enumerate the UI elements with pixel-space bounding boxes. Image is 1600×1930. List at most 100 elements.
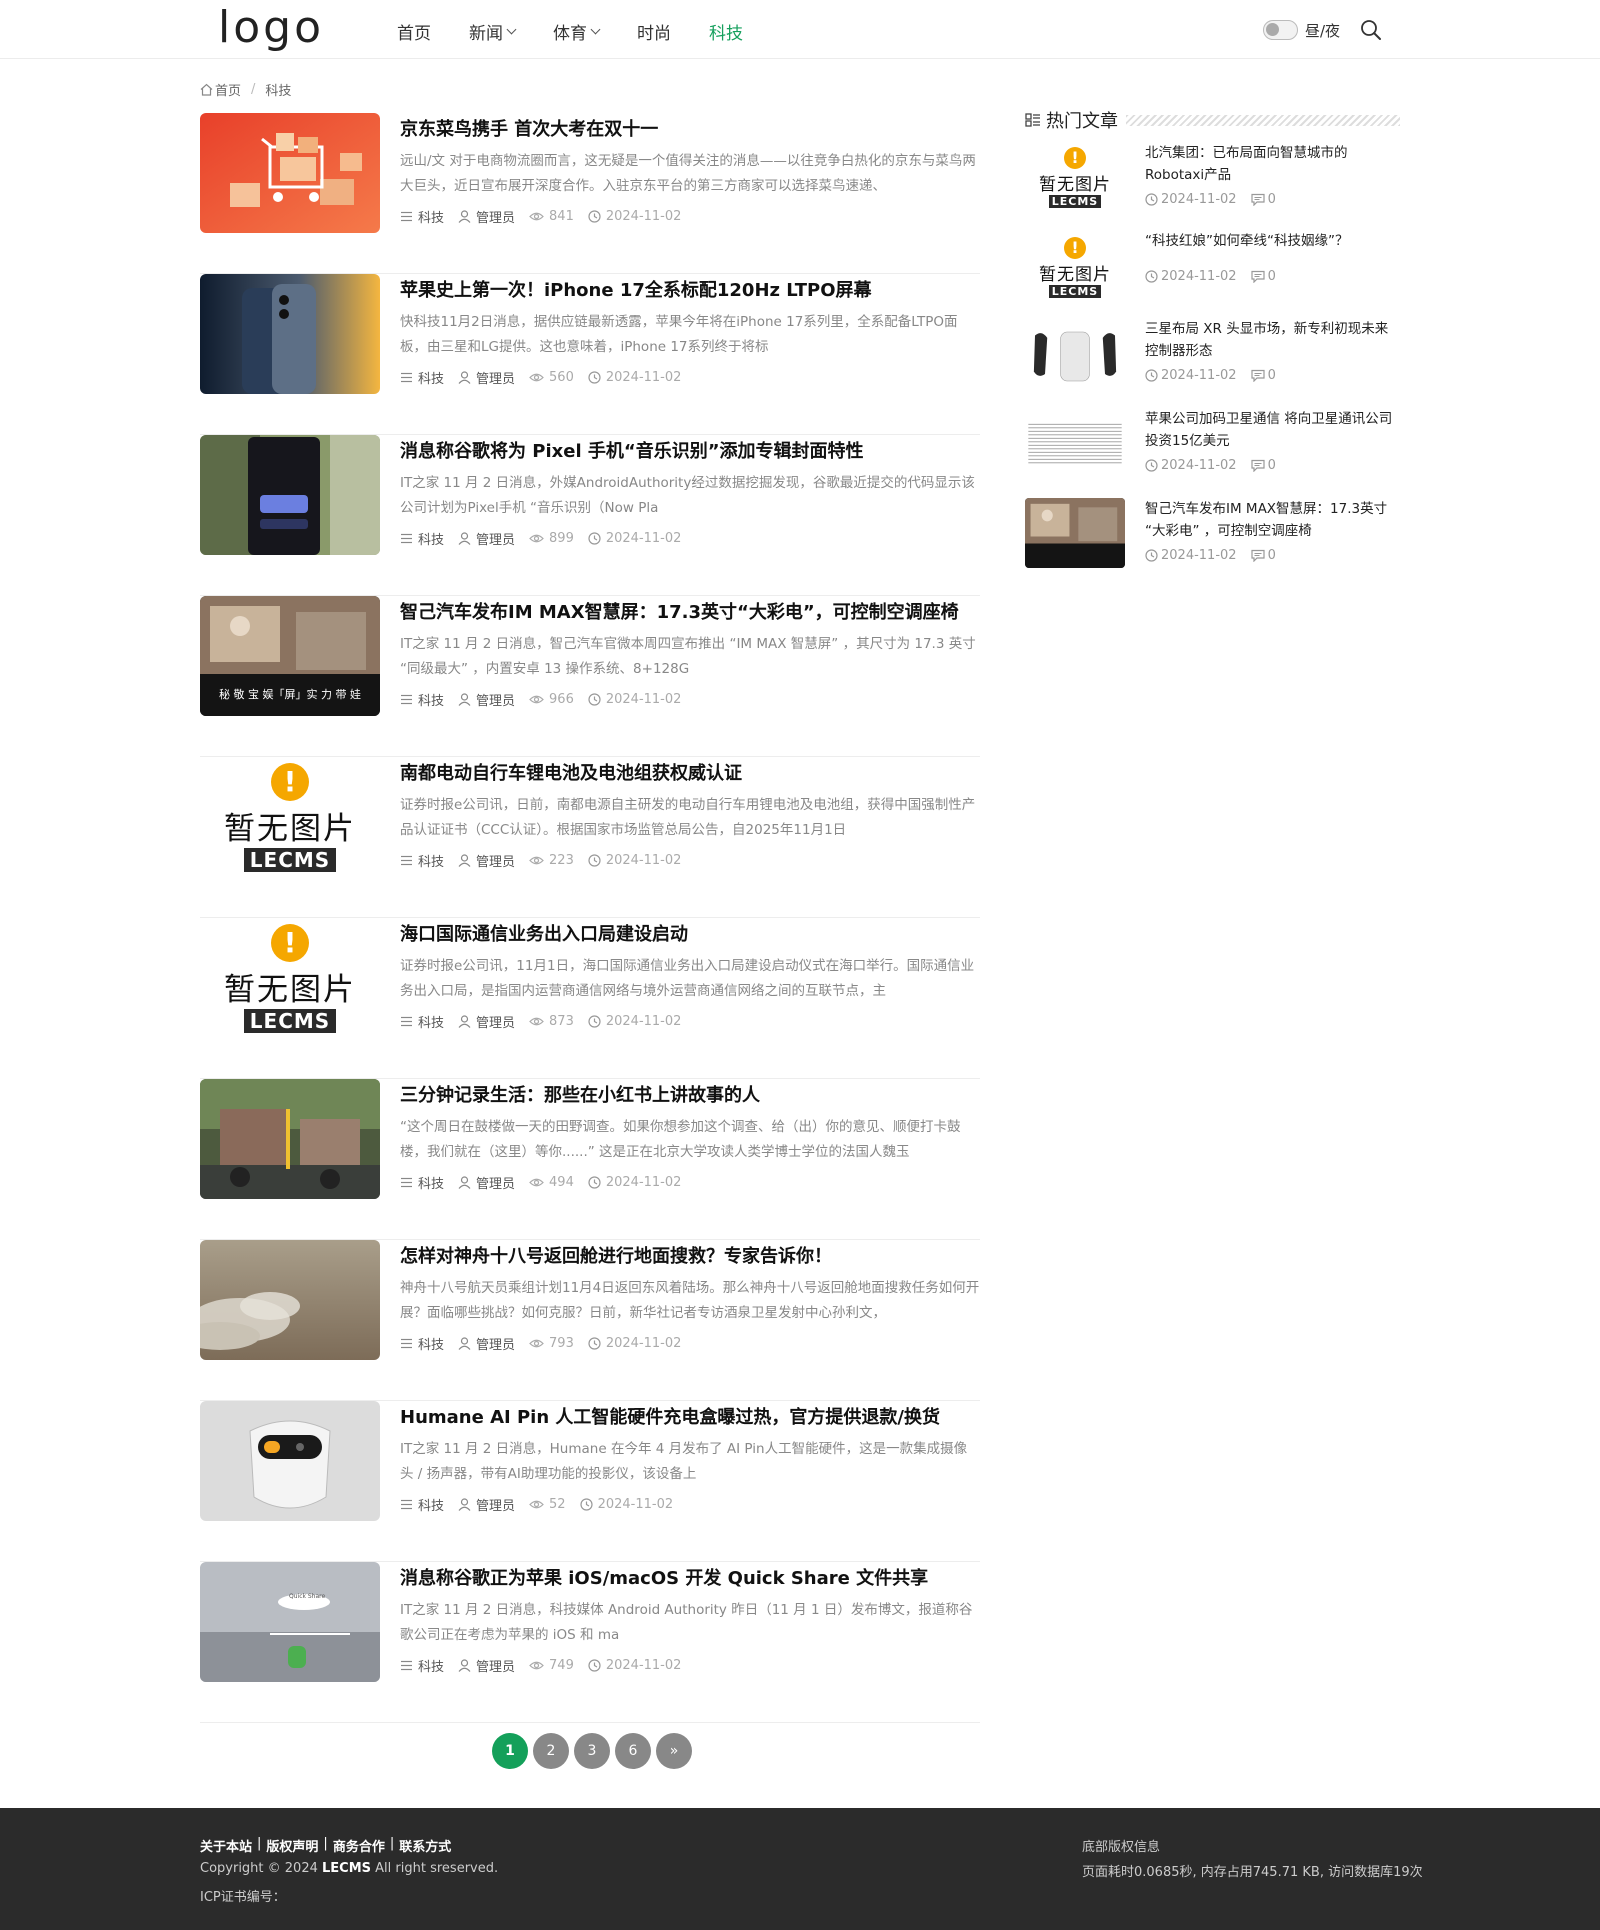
- article-excerpt: 神舟十八号航天员乘组计划11月4日返回东风着陆场。那么神舟十八号返回舱地面搜救任…: [400, 1280, 980, 1321]
- clock-icon: [588, 210, 601, 223]
- category-label: 科技: [418, 855, 445, 870]
- author-label: 管理员: [476, 855, 516, 870]
- user-icon: [458, 1498, 471, 1511]
- article-item: 苹果史上第一次！iPhone 17全系标配120Hz LTPO屏幕 快科技11月2…: [200, 274, 980, 435]
- document-image: [1025, 408, 1125, 478]
- footer-link-business[interactable]: 商务合作: [333, 1836, 385, 1855]
- article-author[interactable]: 管理员: [458, 529, 515, 548]
- hot-article-item: 智己汽车发布IM MAX智慧屏：17.3英寸 “大彩电” ，可控制空调座椅 202…: [1025, 498, 1400, 573]
- date-value: 2024-11-02: [1161, 269, 1237, 284]
- article-title[interactable]: 怎样对神舟十八号返回舱进行地面搜救？专家告诉你！: [400, 1242, 832, 1268]
- breadcrumb-current[interactable]: 科技: [265, 80, 291, 99]
- page-1-button[interactable]: 1: [492, 1733, 528, 1769]
- article-author[interactable]: 管理员: [458, 1012, 515, 1031]
- article-category[interactable]: 科技: [400, 368, 444, 387]
- article-title[interactable]: 海口国际通信业务出入口局建设启动: [400, 920, 688, 946]
- hot-article-comments: 0: [1250, 548, 1276, 563]
- page-6-button[interactable]: 6: [615, 1733, 651, 1769]
- article-thumbnail[interactable]: ! 暂无图片 LECMS: [200, 757, 380, 877]
- article-thumbnail[interactable]: 秘 敬 宝 娱「屏」实 力 带 娃: [200, 596, 380, 716]
- article-author[interactable]: 管理员: [458, 368, 515, 387]
- category-icon: [401, 1499, 412, 1510]
- nav-item-sports[interactable]: 体育: [553, 20, 601, 44]
- date-value: 2024-11-02: [1161, 192, 1237, 207]
- hot-article-title[interactable]: 北汽集团：已布局面向智慧城市的Robotaxi产品: [1145, 142, 1400, 186]
- article-category[interactable]: 科技: [400, 529, 444, 548]
- article-category[interactable]: 科技: [400, 1334, 444, 1353]
- article-thumbnail[interactable]: [200, 113, 380, 233]
- clock-icon: [588, 532, 601, 545]
- search-icon[interactable]: [1360, 19, 1382, 41]
- article-category[interactable]: 科技: [400, 1173, 444, 1192]
- article-title[interactable]: 消息称谷歌将为 Pixel 手机“音乐识别”添加专辑封面特性: [400, 437, 864, 463]
- hot-article-comments: 0: [1250, 269, 1276, 284]
- article-title[interactable]: 苹果史上第一次！iPhone 17全系标配120Hz LTPO屏幕: [400, 276, 872, 302]
- nav-item-fashion[interactable]: 时尚: [637, 20, 671, 44]
- hot-article-title[interactable]: 智己汽车发布IM MAX智慧屏：17.3英寸 “大彩电” ，可控制空调座椅: [1145, 498, 1400, 542]
- hot-article-title[interactable]: 苹果公司加码卫星通信 将向卫星通讯公司投资15亿美元: [1145, 408, 1400, 452]
- eye-icon: [529, 1178, 544, 1187]
- hot-article-thumbnail[interactable]: ! 暂无图片 LECMS: [1025, 142, 1125, 212]
- article-thumbnail[interactable]: ! 暂无图片 LECMS: [200, 918, 380, 1038]
- comment-icon: [1250, 193, 1265, 206]
- article-category[interactable]: 科技: [400, 1656, 444, 1675]
- theme-toggle[interactable]: [1263, 20, 1298, 40]
- header-stripes: [1126, 114, 1400, 126]
- article-thumbnail[interactable]: [200, 274, 380, 394]
- views-count: 494: [549, 1175, 574, 1190]
- article-thumbnail[interactable]: [200, 1240, 380, 1360]
- nav-item-home[interactable]: 首页: [397, 20, 431, 44]
- clock-icon: [588, 371, 601, 384]
- article-author[interactable]: 管理员: [458, 690, 515, 709]
- main-nav: 首页 新闻 体育 时尚 科技: [397, 20, 781, 44]
- nav-item-news[interactable]: 新闻: [469, 20, 517, 44]
- article-title[interactable]: 南都电动自行车锂电池及电池组获权威认证: [400, 759, 742, 785]
- next-page-button[interactable]: »: [656, 1733, 692, 1769]
- article-thumbnail[interactable]: Quick Share: [200, 1562, 380, 1682]
- article-category[interactable]: 科技: [400, 690, 444, 709]
- no-image-placeholder: ! 暂无图片 LECMS: [200, 757, 380, 877]
- article-thumbnail[interactable]: [200, 1079, 380, 1199]
- article-category[interactable]: 科技: [400, 207, 444, 226]
- article-title[interactable]: 智己汽车发布IM MAX智慧屏：17.3英寸“大彩电”，可控制空调座椅: [400, 598, 959, 624]
- hot-article-thumbnail[interactable]: [1025, 408, 1125, 478]
- placeholder-text: 暂无图片: [1039, 264, 1111, 285]
- footer-links: 关于本站 | 版权声明 | 商务合作 | 联系方式: [200, 1836, 451, 1855]
- hot-article-title[interactable]: “科技红娘”如何牵线“科技姻缘”？: [1145, 230, 1400, 252]
- page-3-button[interactable]: 3: [574, 1733, 610, 1769]
- nav-item-tech[interactable]: 科技: [709, 20, 743, 44]
- site-logo[interactable]: logo: [218, 2, 324, 53]
- article-author[interactable]: 管理员: [458, 207, 515, 226]
- pagination: 1 2 3 6 »: [492, 1733, 697, 1769]
- article-category[interactable]: 科技: [400, 851, 444, 870]
- page-2-button[interactable]: 2: [533, 1733, 569, 1769]
- article-title[interactable]: 消息称谷歌正为苹果 iOS/macOS 开发 Quick Share 文件共享: [400, 1564, 928, 1590]
- hot-article-thumbnail[interactable]: [1025, 318, 1125, 388]
- article-title[interactable]: 三分钟记录生活：那些在小红书上讲故事的人: [400, 1081, 760, 1107]
- article-author[interactable]: 管理员: [458, 1173, 515, 1192]
- article-author[interactable]: 管理员: [458, 1656, 515, 1675]
- article-title[interactable]: 京东菜鸟携手 首次大考在双十一: [400, 115, 658, 141]
- hot-article-thumbnail[interactable]: [1025, 498, 1125, 568]
- article-thumbnail[interactable]: [200, 1401, 380, 1521]
- user-icon: [458, 210, 471, 223]
- hot-article-title[interactable]: 三星布局 XR 头显市场，新专利初现未来控制器形态: [1145, 318, 1400, 362]
- article-category[interactable]: 科技: [400, 1012, 444, 1031]
- ai-pin-image: [200, 1401, 380, 1521]
- article-meta: 科技 管理员 223 2024-11-02: [400, 851, 695, 870]
- article-author[interactable]: 管理员: [458, 1334, 515, 1353]
- article-thumbnail[interactable]: [200, 435, 380, 555]
- warning-icon: !: [1064, 236, 1086, 259]
- hot-article-thumbnail[interactable]: ! 暂无图片 LECMS: [1025, 232, 1125, 302]
- date-value: 2024-11-02: [1161, 368, 1237, 383]
- footer-link-about[interactable]: 关于本站: [200, 1836, 252, 1855]
- footer-link-copyright[interactable]: 版权声明: [266, 1836, 318, 1855]
- article-category[interactable]: 科技: [400, 1495, 444, 1514]
- breadcrumb-home[interactable]: 首页: [215, 80, 241, 99]
- footer-link-contact[interactable]: 联系方式: [399, 1836, 451, 1855]
- hot-article-date: 2024-11-02: [1145, 269, 1237, 284]
- article-meta: 科技 管理员 793 2024-11-02: [400, 1334, 695, 1353]
- article-author[interactable]: 管理员: [458, 851, 515, 870]
- article-title[interactable]: Humane AI Pin 人工智能硬件充电盒曝过热，官方提供退款/换货: [400, 1403, 940, 1429]
- article-author[interactable]: 管理员: [458, 1495, 515, 1514]
